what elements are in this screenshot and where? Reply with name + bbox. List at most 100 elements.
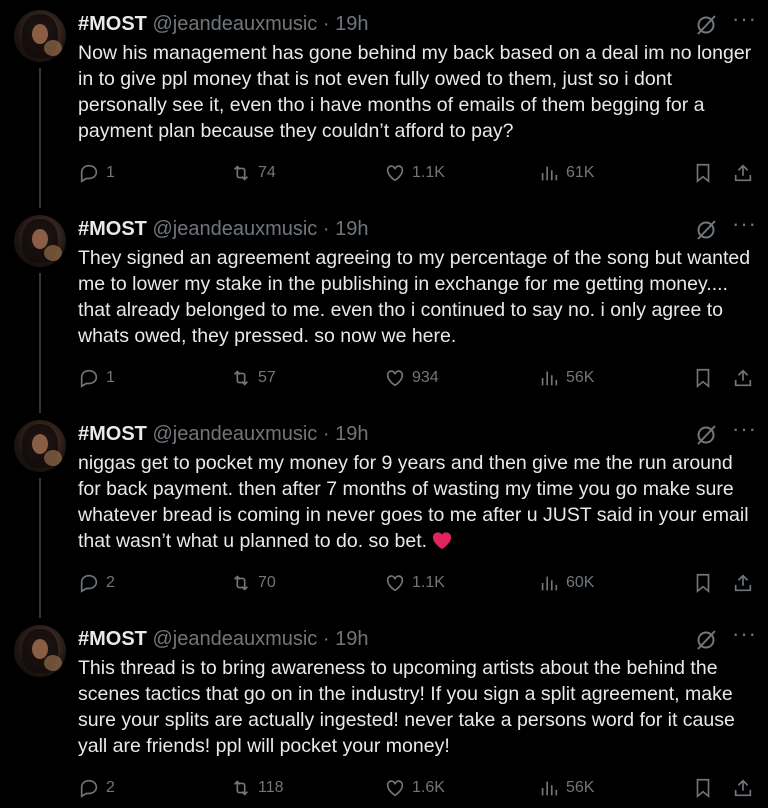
user-handle[interactable]: @jeandeauxmusic [152, 218, 317, 240]
tweet-header: #MOST @jeandeauxmusic · 19h [78, 422, 368, 446]
share-icon [734, 779, 752, 797]
repost-icon [233, 575, 249, 591]
grok-icon[interactable] [694, 423, 718, 447]
user-handle[interactable]: @jeandeauxmusic [152, 628, 317, 650]
like-button[interactable]: 1.6K [384, 775, 445, 801]
view-count: 56K [566, 779, 595, 796]
avatar[interactable] [14, 625, 66, 677]
reply-button[interactable]: 2 [78, 570, 115, 596]
views-button[interactable]: 56K [538, 365, 594, 391]
tweet-text-container: niggas get to pocket my money for 9 year… [78, 450, 760, 554]
user-handle[interactable]: @jeandeauxmusic [152, 423, 317, 445]
reply-button[interactable]: 1 [78, 160, 115, 186]
bookmark-icon [696, 778, 710, 799]
views-button[interactable]: 60K [538, 570, 594, 596]
tweet-text: niggas get to pocket my money for 9 year… [78, 452, 754, 552]
like-icon [386, 575, 404, 592]
tweet-actions: 1 74 1.1K 61K [0, 160, 768, 186]
repost-button[interactable]: 118 [230, 775, 284, 801]
more-icon[interactable]: ··· [732, 418, 756, 446]
like-button[interactable]: 1.1K [384, 160, 445, 186]
repost-count: 74 [258, 164, 276, 181]
avatar[interactable] [14, 420, 66, 472]
tweet[interactable]: #MOST @jeandeauxmusic · 19h ··· They sig… [0, 205, 768, 410]
avatar[interactable] [14, 10, 66, 62]
tweet-actions: 1 57 934 56K [0, 365, 768, 391]
bookmark-button[interactable] [692, 775, 714, 801]
tweet-actions: 2 118 1.6K 56K [0, 775, 768, 801]
grok-icon[interactable] [694, 218, 718, 242]
views-button[interactable]: 61K [538, 160, 594, 186]
more-icon[interactable]: ··· [732, 623, 756, 651]
repost-button[interactable]: 70 [230, 570, 276, 596]
view-count: 61K [566, 164, 595, 181]
grok-icon[interactable] [694, 13, 718, 37]
more-icon[interactable]: ··· [732, 8, 756, 36]
repost-count: 70 [258, 574, 276, 591]
reply-count: 2 [106, 574, 115, 591]
avatar[interactable] [14, 215, 66, 267]
views-icon [541, 781, 558, 796]
tweet-time[interactable]: · 19h [323, 13, 369, 35]
display-name[interactable]: #MOST [78, 423, 147, 445]
red-heart-emoji [432, 532, 452, 550]
reply-count: 1 [106, 369, 115, 386]
tweet[interactable]: #MOST @jeandeauxmusic · 19h ··· Now his … [0, 0, 768, 205]
bookmark-button[interactable] [692, 160, 714, 186]
repost-icon [233, 165, 249, 181]
share-button[interactable] [732, 160, 754, 186]
like-button[interactable]: 934 [384, 365, 439, 391]
tweet-header: #MOST @jeandeauxmusic · 19h [78, 12, 368, 36]
views-icon [541, 371, 558, 386]
tweet-header: #MOST @jeandeauxmusic · 19h [78, 627, 368, 651]
display-name[interactable]: #MOST [78, 628, 147, 650]
tweet-text: They signed an agreement agreeing to my … [78, 247, 756, 347]
repost-button[interactable]: 74 [230, 160, 276, 186]
repost-count: 118 [258, 779, 284, 796]
share-button[interactable] [732, 365, 754, 391]
repost-icon [233, 780, 249, 796]
user-handle[interactable]: @jeandeauxmusic [152, 13, 317, 35]
like-count: 1.1K [412, 574, 445, 591]
display-name[interactable]: #MOST [78, 218, 147, 240]
like-count: 1.1K [412, 164, 445, 181]
views-button[interactable]: 56K [538, 775, 594, 801]
bookmark-icon [696, 368, 710, 389]
like-button[interactable]: 1.1K [384, 570, 445, 596]
views-icon [541, 166, 558, 181]
more-icon[interactable]: ··· [732, 213, 756, 241]
tweet-actions: 2 70 1.1K 60K [0, 570, 768, 596]
tweet-time[interactable]: · 19h [323, 423, 369, 445]
share-button[interactable] [732, 570, 754, 596]
reply-button[interactable]: 1 [78, 365, 115, 391]
tweet[interactable]: #MOST @jeandeauxmusic · 19h ··· This thr… [0, 615, 768, 808]
tweet-header: #MOST @jeandeauxmusic · 19h [78, 217, 368, 241]
like-icon [386, 165, 404, 182]
tweet-time[interactable]: · 19h [323, 628, 369, 650]
tweet[interactable]: #MOST @jeandeauxmusic · 19h ··· niggas g… [0, 410, 768, 615]
reply-icon [80, 369, 98, 388]
tweet-text: Now his management has gone behind my ba… [78, 42, 757, 142]
reply-icon [80, 164, 98, 183]
reply-icon [80, 779, 98, 798]
view-count: 60K [566, 574, 595, 591]
tweet-time[interactable]: · 19h [323, 218, 369, 240]
share-button[interactable] [732, 775, 754, 801]
grok-icon[interactable] [694, 628, 718, 652]
bookmark-icon [696, 163, 710, 184]
reply-count: 2 [106, 779, 115, 796]
repost-count: 57 [258, 369, 276, 386]
like-icon [386, 780, 404, 797]
reply-icon [80, 574, 98, 593]
reply-button[interactable]: 2 [78, 775, 115, 801]
repost-icon [233, 370, 249, 386]
repost-button[interactable]: 57 [230, 365, 276, 391]
like-count: 1.6K [412, 779, 445, 796]
bookmark-button[interactable] [692, 365, 714, 391]
share-icon [734, 574, 752, 592]
display-name[interactable]: #MOST [78, 13, 147, 35]
share-icon [734, 369, 752, 387]
like-icon [386, 370, 404, 387]
bookmark-button[interactable] [692, 570, 714, 596]
bookmark-icon [696, 573, 710, 594]
